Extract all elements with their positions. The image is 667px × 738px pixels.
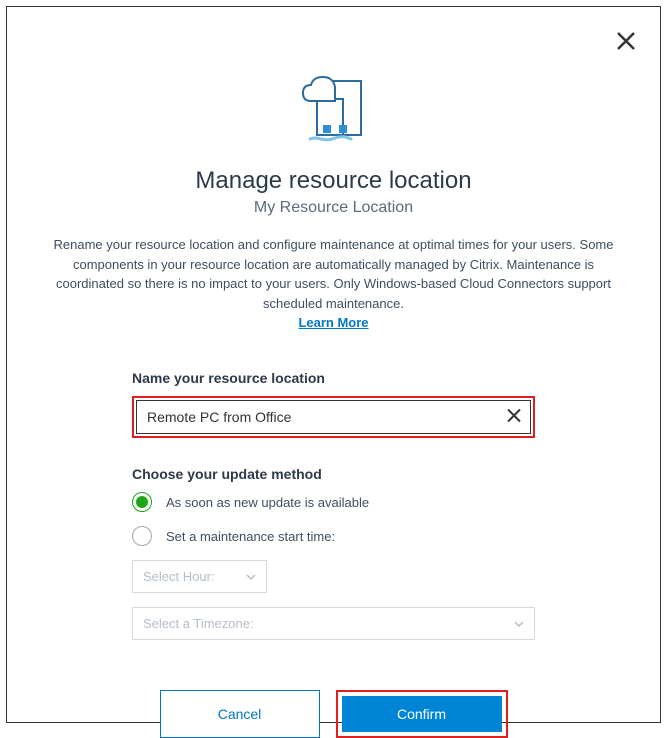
confirm-button[interactable]: Confirm [342, 696, 502, 732]
name-field-label: Name your resource location [132, 370, 535, 386]
update-method-label: Choose your update method [132, 466, 535, 482]
close-icon [616, 31, 636, 51]
radio-label: As soon as new update is available [166, 495, 369, 510]
select-timezone-placeholder: Select a Timezone: [143, 616, 254, 631]
learn-more-link[interactable]: Learn More [37, 315, 630, 330]
select-timezone-dropdown[interactable]: Select a Timezone: [132, 607, 535, 640]
chevron-down-icon [514, 619, 524, 629]
update-method-radio-group: As soon as new update is available Set a… [132, 492, 535, 546]
form-area: Name your resource location Choose your … [37, 370, 630, 738]
radio-option-schedule[interactable]: Set a maintenance start time: [132, 526, 535, 546]
chevron-down-icon [246, 572, 256, 582]
clear-input-button[interactable] [507, 409, 521, 426]
dialog-button-row: Cancel Confirm [132, 690, 535, 738]
close-button[interactable] [612, 27, 640, 58]
select-hour-placeholder: Select Hour: [143, 569, 215, 584]
radio-label: Set a maintenance start time: [166, 529, 335, 544]
name-input-highlight [132, 396, 535, 438]
dialog-title: Manage resource location [37, 167, 630, 195]
manage-resource-dialog: Manage resource location My Resource Loc… [6, 6, 661, 723]
confirm-button-highlight: Confirm [336, 690, 508, 738]
cancel-button[interactable]: Cancel [160, 690, 320, 738]
dialog-description: Rename your resource location and config… [37, 235, 630, 313]
select-hour-dropdown[interactable]: Select Hour: [132, 560, 267, 593]
resource-name-input[interactable] [136, 400, 531, 434]
radio-button-icon [132, 526, 152, 546]
radio-option-asap[interactable]: As soon as new update is available [132, 492, 535, 512]
radio-button-icon [132, 492, 152, 512]
dialog-subtitle: My Resource Location [37, 199, 630, 217]
cloud-building-icon [293, 67, 375, 149]
header-icon-area [37, 67, 630, 149]
close-icon [507, 409, 521, 423]
